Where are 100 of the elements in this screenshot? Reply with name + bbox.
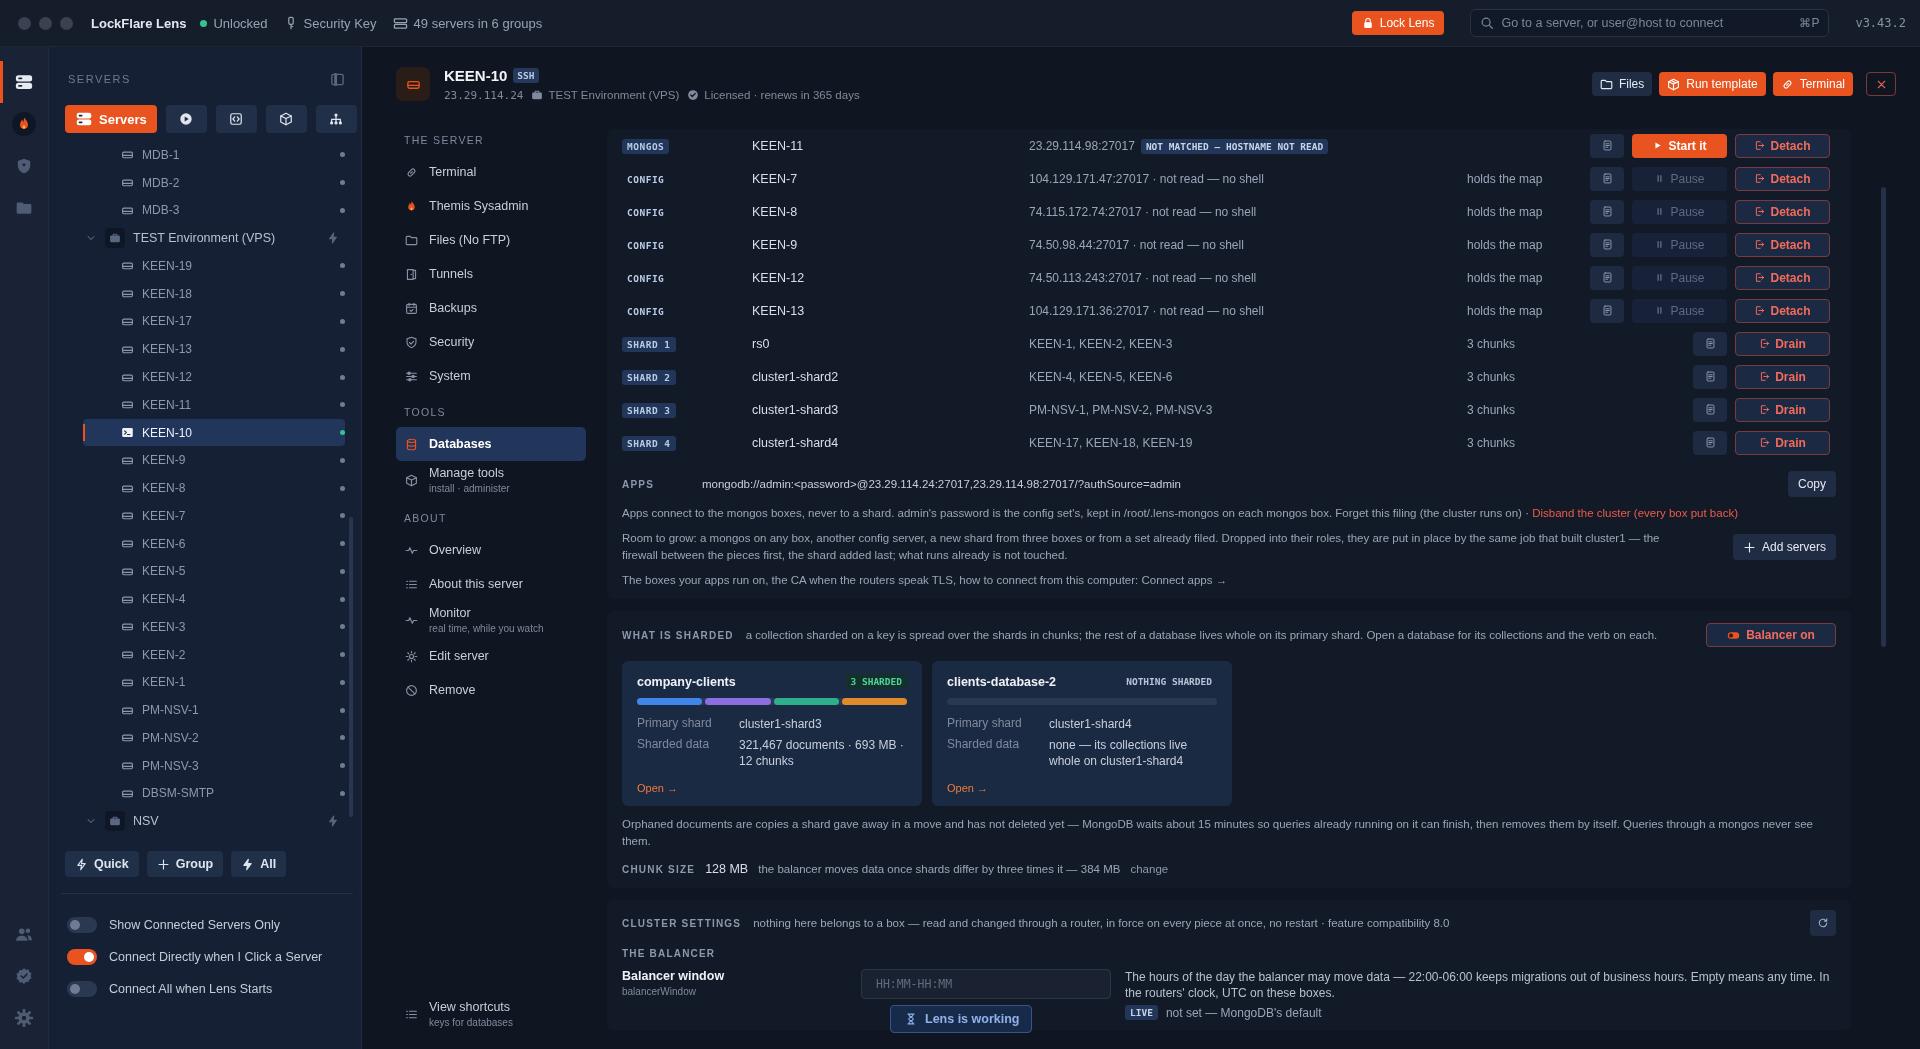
log-button[interactable] xyxy=(1693,331,1727,356)
server-item[interactable]: PM-NSV-2 xyxy=(85,724,345,752)
drain-button[interactable]: Drain xyxy=(1735,364,1830,389)
toggle-switch[interactable] xyxy=(67,917,97,933)
change-link[interactable]: change xyxy=(1130,863,1169,875)
group-item[interactable]: NSV xyxy=(85,807,345,836)
nav-item[interactable]: Edit server xyxy=(396,639,586,673)
lock-button[interactable]: Lock Lens xyxy=(1351,11,1445,35)
server-item[interactable]: KEEN-10 xyxy=(83,418,345,447)
orphans-note: Orphaned documents are copies a shard gave away in a move and has not deleted yet — MongoDB waits about 15 minutes so queries already running on it can finish, then removes them by itself. Queries through a mongos never see them. xyxy=(622,817,1814,849)
terminal-button[interactable]: Terminal xyxy=(1772,72,1853,96)
open-link[interactable]: Open → xyxy=(947,782,1217,794)
nav-item[interactable]: Overview xyxy=(396,533,586,567)
pause-button[interactable]: Pause xyxy=(1632,166,1727,191)
nav-item[interactable]: Terminal xyxy=(396,155,586,189)
server-item[interactable]: DBSM-SMTP xyxy=(85,779,345,808)
nav-item[interactable]: Themis Sysadmin xyxy=(396,189,586,223)
server-item[interactable]: KEEN-13 xyxy=(85,335,345,364)
server-item[interactable]: KEEN-9 xyxy=(85,446,345,475)
log-button[interactable] xyxy=(1693,430,1727,455)
start-button[interactable]: Start it xyxy=(1632,133,1727,158)
server-item[interactable]: PM-NSV-1 xyxy=(85,696,345,725)
run-template-button[interactable]: Run template xyxy=(1659,72,1766,96)
open-link[interactable]: Open → xyxy=(637,782,907,794)
detach-button[interactable]: Detach xyxy=(1735,232,1830,257)
nav-item[interactable]: About this server xyxy=(396,567,586,601)
server-item[interactable]: KEEN-8 xyxy=(85,474,345,502)
detach-button[interactable]: Detach xyxy=(1735,298,1830,323)
detach-button[interactable]: Detach xyxy=(1735,199,1830,224)
window-zoom-button[interactable] xyxy=(60,16,73,30)
server-item[interactable]: KEEN-18 xyxy=(85,279,345,308)
view-tab[interactable] xyxy=(315,105,357,133)
pause-button[interactable]: Pause xyxy=(1632,298,1727,323)
disband-link[interactable]: Disband the cluster (every box put back) xyxy=(1532,507,1738,519)
log-button[interactable] xyxy=(1590,232,1624,257)
detach-button[interactable]: Detach xyxy=(1735,166,1830,191)
copy-button[interactable]: Copy xyxy=(1788,471,1836,497)
time-range-field[interactable]: HH:MM-HH:MM xyxy=(861,969,1111,999)
log-button[interactable] xyxy=(1590,166,1624,191)
drain-button[interactable]: Drain xyxy=(1735,331,1830,356)
view-tab[interactable]: Servers xyxy=(65,105,157,133)
log-button[interactable] xyxy=(1590,265,1624,290)
server-item[interactable]: KEEN-17 xyxy=(85,307,345,336)
pause-button[interactable]: Pause xyxy=(1632,199,1727,224)
nav-item[interactable]: Remove xyxy=(396,673,586,707)
pause-button[interactable]: Pause xyxy=(1632,232,1727,257)
server-item[interactable]: KEEN-3 xyxy=(85,613,345,641)
nav-item[interactable]: Tunnels xyxy=(396,257,586,291)
balancer-button[interactable]: Balancer on xyxy=(1706,623,1836,647)
quick-button[interactable]: Quick xyxy=(65,851,139,877)
add-servers-button[interactable]: Add servers xyxy=(1732,534,1836,560)
view-tab[interactable] xyxy=(165,105,207,133)
refresh-button[interactable] xyxy=(1810,910,1836,936)
detach-button[interactable]: Detach xyxy=(1735,133,1830,158)
bolt-icon xyxy=(75,857,88,871)
drain-button[interactable]: Drain xyxy=(1735,397,1830,422)
server-item[interactable]: KEEN-19 xyxy=(85,252,345,280)
window-close-button[interactable] xyxy=(18,16,31,30)
view-tab[interactable] xyxy=(265,105,307,133)
server-item[interactable]: KEEN-2 xyxy=(85,640,345,669)
nav-item[interactable]: Manage tools install · administer xyxy=(396,461,586,499)
exit-icon xyxy=(1754,140,1766,151)
log-button[interactable] xyxy=(1590,133,1624,158)
server-item[interactable]: MDB-1 xyxy=(85,141,345,169)
log-button[interactable] xyxy=(1693,397,1727,422)
pause-button[interactable]: Pause xyxy=(1632,265,1727,290)
scrollbar[interactable] xyxy=(1881,187,1886,647)
document-icon xyxy=(1704,437,1716,448)
server-item[interactable]: KEEN-4 xyxy=(85,585,345,613)
log-button[interactable] xyxy=(1590,199,1624,224)
log-button[interactable] xyxy=(1590,298,1624,323)
nav-item[interactable]: Monitor real time, while you watch xyxy=(396,601,586,639)
toggle-switch[interactable] xyxy=(67,949,97,965)
group-button[interactable]: Group xyxy=(146,851,224,877)
server-item[interactable]: MDB-2 xyxy=(85,168,345,197)
server-item[interactable]: KEEN-6 xyxy=(85,529,345,558)
nav-item[interactable]: Security xyxy=(396,325,586,359)
close-button[interactable] xyxy=(1866,72,1896,96)
server-item[interactable]: KEEN-1 xyxy=(85,668,345,697)
server-item[interactable]: KEEN-11 xyxy=(85,390,345,419)
group-item[interactable]: TEST Environment (VPS) xyxy=(85,224,345,253)
window-minimize-button[interactable] xyxy=(39,16,52,30)
nav-item[interactable]: System xyxy=(396,359,586,393)
server-item[interactable]: KEEN-5 xyxy=(85,557,345,586)
log-button[interactable] xyxy=(1693,364,1727,389)
nav-item[interactable]: View shortcuts keys for databases xyxy=(396,995,586,1033)
nav-item[interactable]: Databases xyxy=(396,427,586,461)
files-button[interactable]: Files xyxy=(1591,72,1653,96)
server-item[interactable]: KEEN-12 xyxy=(85,363,345,391)
server-item[interactable]: MDB-3 xyxy=(85,196,345,225)
toggle-switch[interactable] xyxy=(67,981,97,997)
view-tab[interactable] xyxy=(215,105,257,133)
all-button[interactable]: All xyxy=(231,851,287,877)
server-item[interactable]: PM-NSV-3 xyxy=(85,751,345,780)
detach-button[interactable]: Detach xyxy=(1735,265,1830,290)
nav-item[interactable]: Backups xyxy=(396,291,586,325)
drain-button[interactable]: Drain xyxy=(1735,430,1830,455)
connect-apps-link[interactable]: Connect apps → xyxy=(1141,574,1228,586)
nav-item[interactable]: Files (No FTP) xyxy=(396,223,586,257)
server-item[interactable]: KEEN-7 xyxy=(85,501,345,530)
